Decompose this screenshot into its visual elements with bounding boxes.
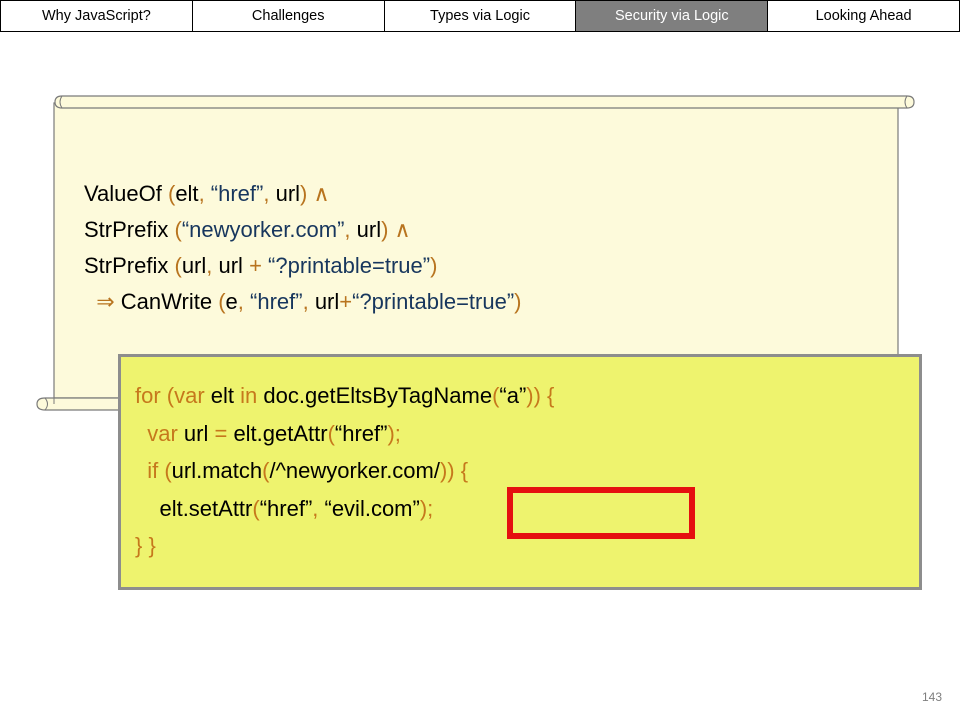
- code-token: url.match: [171, 458, 263, 483]
- formula-op: ) ∧: [381, 217, 411, 242]
- formula-op: ,: [263, 181, 276, 206]
- code-line-2: var url = elt.getAttr(“href”);: [135, 415, 554, 453]
- code-line-5: } }: [135, 527, 554, 565]
- code-keyword: if (: [135, 458, 172, 483]
- formula-arg: url: [181, 253, 207, 278]
- formula-fn: ValueOf: [84, 181, 162, 206]
- code-token: “a”: [499, 383, 527, 408]
- code-token: “href”: [334, 420, 388, 446]
- code-token: elt.getAttr: [233, 420, 328, 446]
- code-keyword: (: [327, 420, 335, 446]
- code-keyword: } }: [135, 533, 156, 558]
- code-keyword: [135, 496, 159, 521]
- formula-op: (: [161, 181, 176, 206]
- formula-op: ,: [237, 289, 251, 314]
- formula-line-4: ⇒ CanWrite (e, “href”, url+“?printable=t…: [84, 284, 522, 320]
- code-token: “evil.com”: [324, 495, 420, 521]
- formula-arg: url: [275, 181, 301, 206]
- formula-string: “?printable=true”: [352, 289, 515, 314]
- formula-op: ,: [344, 217, 357, 242]
- code-line-1: for (var elt in doc.getEltsByTagName(“a”…: [135, 377, 554, 415]
- formula-string: “href”: [250, 289, 303, 314]
- code-keyword: );: [419, 495, 434, 521]
- code-keyword: )) {: [526, 383, 555, 408]
- formula-line-2: StrPrefix (“newyorker.com”, url) ∧: [84, 212, 522, 248]
- page-number: 143: [921, 690, 942, 704]
- code-token: url: [183, 420, 209, 446]
- formula-arg: url: [218, 253, 243, 278]
- formula-op: ): [430, 253, 438, 278]
- code-token: elt: [210, 383, 235, 408]
- code-token: doc.getEltsByTagName: [263, 383, 493, 408]
- formula-fn: StrPrefix: [84, 217, 169, 242]
- code-keyword: =: [208, 420, 234, 446]
- formula-op: ) ∧: [300, 181, 330, 206]
- code-snippet: for (var elt in doc.getEltsByTagName ( “a”…: [135, 377, 554, 565]
- code-token: “href”: [259, 495, 313, 521]
- code-keyword: for (var: [135, 383, 211, 408]
- formula-string: “href”: [210, 181, 264, 206]
- formula-string: “?printable=true”: [268, 253, 431, 278]
- logic-formula: ValueOf (elt, “href”, url) ∧ StrPrefix (…: [84, 176, 522, 320]
- formula-arg: url: [356, 217, 382, 242]
- formula-op: (: [168, 253, 182, 278]
- highlight-box: [507, 487, 695, 539]
- formula-line-1: ValueOf (elt, “href”, url) ∧: [84, 176, 522, 212]
- formula-arg: elt: [175, 181, 199, 206]
- formula-op: ): [514, 289, 522, 314]
- formula-op: +: [339, 289, 353, 314]
- formula-string: “newyorker.com”: [181, 217, 345, 242]
- code-keyword: in: [234, 383, 264, 408]
- formula-op: ,: [206, 253, 219, 278]
- implies-icon: ⇒: [96, 289, 121, 314]
- code-line-3: if (url.match(/^newyorker.com/)) {: [135, 452, 554, 490]
- formula-line-3: StrPrefix (url, url + “?printable=true”): [84, 248, 522, 284]
- code-keyword: (: [252, 495, 260, 521]
- formula-arg: e: [225, 289, 238, 314]
- code-token: elt.setAttr: [159, 495, 253, 521]
- formula-op: +: [242, 253, 269, 278]
- code-token: /^newyorker.com/: [269, 458, 440, 483]
- formula-op: (: [168, 217, 182, 242]
- formula-fn: CanWrite: [120, 289, 213, 314]
- code-keyword: )) {: [439, 458, 469, 483]
- formula-fn: StrPrefix: [84, 253, 169, 278]
- code-keyword: ,: [312, 495, 325, 521]
- code-line-4: elt.setAttr(“href”, “evil.com”);: [135, 490, 554, 528]
- formula-op: ,: [198, 181, 211, 206]
- formula-op: (: [212, 289, 226, 314]
- code-snippet-box: for (var elt in doc.getEltsByTagName ( “a”…: [118, 354, 922, 590]
- code-keyword: );: [387, 420, 401, 446]
- formula-arg: url: [314, 289, 340, 314]
- code-keyword: var: [135, 420, 184, 446]
- formula-op: ,: [302, 289, 315, 314]
